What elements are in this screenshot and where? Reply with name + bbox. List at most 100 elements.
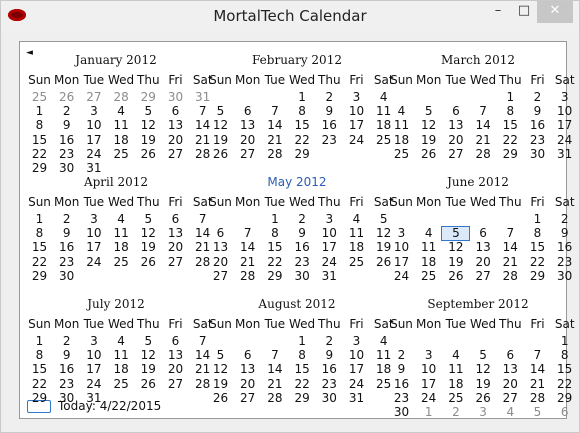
day-cell[interactable]: 20 <box>497 377 524 391</box>
day-cell[interactable]: 9 <box>524 105 551 118</box>
day-cell[interactable]: 13 <box>162 119 189 132</box>
day-cell[interactable]: 16 <box>53 133 80 147</box>
day-cell[interactable]: 23 <box>316 377 343 391</box>
day-cell[interactable]: 13 <box>207 241 234 254</box>
day-cell[interactable]: 3 <box>80 213 107 226</box>
day-cell[interactable]: 6 <box>207 227 234 240</box>
day-cell[interactable]: 10 <box>551 105 578 118</box>
day-cell[interactable]: 21 <box>234 255 261 269</box>
day-cell[interactable]: 3 <box>343 335 370 348</box>
day-cell[interactable]: 12 <box>415 119 442 132</box>
day-cell[interactable]: 1 <box>551 335 578 348</box>
day-cell[interactable]: 15 <box>497 119 524 132</box>
day-cell[interactable]: 17 <box>316 241 343 254</box>
day-cell[interactable]: 20 <box>207 255 234 269</box>
day-cell[interactable]: 26 <box>470 391 497 405</box>
day-cell[interactable]: 13 <box>497 363 524 376</box>
day-cell[interactable]: 22 <box>26 377 53 391</box>
title-bar[interactable]: MortalTech Calendar – □ ✕ <box>1 1 579 31</box>
day-cell[interactable]: 24 <box>80 377 107 391</box>
day-cell[interactable]: 27 <box>162 377 189 391</box>
day-cell[interactable]: 27 <box>234 391 261 405</box>
day-cell[interactable]: 15 <box>261 241 288 254</box>
day-cell[interactable]: 5 <box>441 226 471 242</box>
day-cell[interactable]: 2 <box>442 406 469 419</box>
day-cell[interactable]: 24 <box>551 133 578 147</box>
day-cell[interactable]: 26 <box>135 255 162 269</box>
day-cell[interactable]: 1 <box>26 335 53 348</box>
day-cell[interactable]: 3 <box>551 91 578 104</box>
day-cell[interactable]: 30 <box>524 147 551 161</box>
day-cell[interactable]: 27 <box>80 91 107 104</box>
day-cell[interactable]: 22 <box>524 255 551 269</box>
day-cell[interactable]: 17 <box>388 255 415 269</box>
day-cell[interactable]: 26 <box>135 147 162 161</box>
day-cell[interactable]: 29 <box>289 147 316 161</box>
day-cell[interactable]: 17 <box>80 133 107 147</box>
day-cell[interactable]: 27 <box>234 147 261 161</box>
day-cell[interactable]: 9 <box>53 227 80 240</box>
day-cell[interactable]: 17 <box>80 241 107 254</box>
day-cell[interactable]: 1 <box>26 213 53 226</box>
day-cell[interactable]: 7 <box>234 227 261 240</box>
day-cell[interactable]: 17 <box>80 363 107 376</box>
day-cell[interactable]: 12 <box>135 119 162 132</box>
day-cell[interactable]: 18 <box>108 133 135 147</box>
day-cell[interactable]: 26 <box>53 91 80 104</box>
day-cell[interactable]: 8 <box>261 227 288 240</box>
day-cell[interactable]: 10 <box>316 227 343 240</box>
day-cell[interactable]: 12 <box>470 363 497 376</box>
day-cell[interactable]: 16 <box>524 119 551 132</box>
day-cell[interactable]: 1 <box>26 105 53 118</box>
day-cell[interactable]: 23 <box>388 391 415 405</box>
day-cell[interactable]: 2 <box>551 213 578 226</box>
day-cell[interactable]: 6 <box>234 349 261 362</box>
month-title[interactable]: March 2012 <box>388 53 568 67</box>
month-title[interactable]: June 2012 <box>388 175 568 189</box>
day-cell[interactable]: 20 <box>442 133 469 147</box>
day-cell[interactable]: 6 <box>234 105 261 118</box>
day-cell[interactable]: 6 <box>162 335 189 348</box>
day-cell[interactable]: 23 <box>524 133 551 147</box>
day-cell[interactable]: 4 <box>388 105 415 118</box>
day-cell[interactable]: 7 <box>524 349 551 362</box>
day-cell[interactable]: 18 <box>442 377 469 391</box>
day-cell[interactable]: 20 <box>162 363 189 376</box>
day-cell[interactable]: 19 <box>207 377 234 391</box>
day-cell[interactable]: 28 <box>234 269 261 283</box>
day-cell[interactable]: 3 <box>80 335 107 348</box>
day-cell[interactable]: 25 <box>415 269 442 283</box>
day-cell[interactable]: 28 <box>261 391 288 405</box>
day-cell[interactable]: 3 <box>388 227 415 240</box>
day-cell[interactable]: 5 <box>207 349 234 362</box>
day-cell[interactable]: 15 <box>289 363 316 376</box>
day-cell[interactable]: 28 <box>497 269 524 283</box>
day-cell[interactable]: 2 <box>53 335 80 348</box>
day-cell[interactable]: 1 <box>261 213 288 226</box>
day-cell[interactable]: 4 <box>343 213 370 226</box>
day-cell[interactable]: 8 <box>26 119 53 132</box>
minimize-button[interactable]: – <box>485 1 511 23</box>
day-cell[interactable]: 1 <box>497 91 524 104</box>
day-cell[interactable]: 27 <box>470 269 497 283</box>
month-title[interactable]: April 2012 <box>26 175 206 189</box>
day-cell[interactable]: 28 <box>261 147 288 161</box>
day-cell[interactable]: 12 <box>135 227 162 240</box>
day-cell[interactable]: 20 <box>470 255 497 269</box>
day-cell[interactable]: 16 <box>316 119 343 132</box>
day-cell[interactable]: 2 <box>289 213 316 226</box>
day-cell[interactable]: 16 <box>551 241 578 254</box>
day-cell[interactable]: 20 <box>234 377 261 391</box>
day-cell[interactable]: 8 <box>289 349 316 362</box>
calendar-view[interactable]: ◄ Today: 4/22/2015 January 2012 Sun Mon Tue… <box>19 41 575 419</box>
day-cell[interactable]: 15 <box>26 133 53 147</box>
day-cell[interactable]: 5 <box>415 105 442 118</box>
day-cell[interactable]: 22 <box>26 147 53 161</box>
day-cell[interactable]: 15 <box>524 241 551 254</box>
day-cell[interactable]: 17 <box>343 363 370 376</box>
day-cell[interactable]: 27 <box>442 147 469 161</box>
day-cell[interactable]: 5 <box>135 105 162 118</box>
day-cell[interactable]: 12 <box>207 119 234 132</box>
day-cell[interactable]: 21 <box>261 133 288 147</box>
day-cell[interactable]: 8 <box>26 349 53 362</box>
